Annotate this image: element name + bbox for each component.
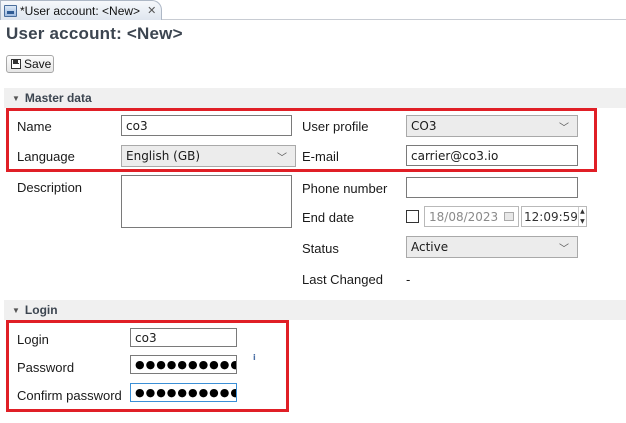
save-button-label: Save (24, 57, 52, 71)
user-account-icon (4, 4, 17, 17)
end-date-checkbox[interactable] (406, 210, 419, 223)
login-label: Login (17, 332, 49, 347)
user-profile-select[interactable]: CO3 ﹀ (406, 115, 578, 137)
name-label: Name (17, 119, 52, 134)
end-date-value: 18/08/2023 (429, 209, 499, 224)
save-button[interactable]: Save (6, 55, 54, 73)
language-selected-value: English (GB) (126, 149, 201, 163)
collapse-triangle-icon: ▼ (12, 93, 20, 103)
user-profile-label: User profile (302, 119, 369, 134)
phone-label: Phone number (302, 181, 388, 196)
password-input[interactable]: ●●●●●●●●●● (130, 355, 237, 374)
confirm-password-label: Confirm password (17, 388, 122, 403)
end-time-picker[interactable]: 12:09:59 ▲ ▼ (521, 206, 587, 227)
tab-user-account[interactable]: *User account: <New> ✕ (0, 0, 162, 20)
password-label: Password (17, 360, 75, 375)
status-selected-value: Active (411, 240, 449, 254)
spin-down-icon[interactable]: ▼ (579, 217, 586, 227)
end-date-picker[interactable]: 18/08/2023 (424, 206, 519, 227)
spin-up-icon[interactable]: ▲ (579, 207, 586, 217)
description-label: Description (17, 180, 83, 195)
chevron-down-icon: ﹀ (277, 152, 287, 164)
language-label: Language (17, 149, 75, 164)
calendar-icon (504, 212, 515, 221)
section-master-data[interactable]: ▼ Master data (4, 88, 626, 108)
email-label: E-mail (302, 149, 339, 164)
phone-input[interactable] (406, 177, 578, 198)
chevron-down-icon: ﹀ (559, 122, 569, 134)
last-changed-value: - (406, 272, 411, 287)
login-input[interactable]: co3 (130, 328, 237, 347)
collapse-triangle-icon: ▼ (12, 305, 20, 315)
user-profile-selected-value: CO3 (411, 119, 437, 133)
status-select[interactable]: Active ﹀ (406, 236, 578, 258)
name-input[interactable]: co3 (121, 115, 292, 136)
email-input[interactable]: carrier@co3.io (406, 145, 578, 166)
confirm-password-value: ●●●●●●●●●● (135, 386, 237, 399)
chevron-down-icon: ﹀ (559, 243, 569, 255)
tab-title: *User account: <New> (20, 3, 141, 18)
end-time-value: 12:09:59 (524, 209, 578, 224)
page-title: User account: <New> (6, 24, 183, 43)
last-changed-label: Last Changed (302, 272, 383, 287)
section-login-title: Login (24, 303, 58, 317)
time-spinner[interactable]: ▲ ▼ (577, 207, 586, 227)
confirm-password-input[interactable]: ●●●●●●●●●● (130, 383, 237, 402)
info-icon[interactable]: i (253, 353, 256, 362)
status-label: Status (302, 241, 339, 256)
section-login[interactable]: ▼ Login (4, 300, 626, 320)
section-master-data-title: Master data (24, 91, 92, 105)
end-date-label: End date (302, 210, 355, 225)
description-textarea[interactable] (121, 175, 292, 228)
save-disk-icon (11, 59, 21, 69)
language-select[interactable]: English (GB) ﹀ (121, 145, 296, 167)
close-icon[interactable]: ✕ (147, 4, 156, 17)
